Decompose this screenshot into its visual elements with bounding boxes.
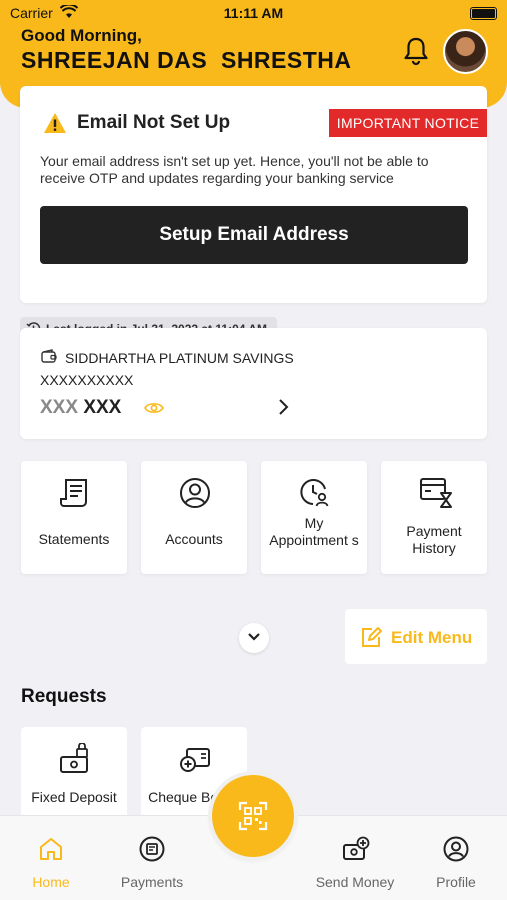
expand-menu-button[interactable]	[239, 623, 269, 653]
edit-icon	[362, 627, 382, 647]
tile-label: Payment History	[406, 523, 462, 556]
cheque-book-icon	[180, 748, 210, 772]
fixed-deposit-icon	[60, 743, 88, 773]
balance-currency: XXX	[40, 397, 79, 418]
chevron-right-icon[interactable]	[278, 398, 290, 416]
balance-amount: XXX	[83, 397, 122, 418]
tab-label: Home	[32, 874, 70, 890]
payment-history-icon	[420, 478, 452, 508]
greeting-text: Good Morning,	[21, 26, 142, 45]
setup-email-button[interactable]: Setup Email Address	[40, 206, 468, 264]
battery-icon	[470, 7, 497, 20]
notice-message: Your email address isn't set up yet. Hen…	[40, 153, 429, 186]
tile-label: Accounts	[165, 531, 223, 547]
user-name: SHREEJAN DAS SHRESTHA	[21, 47, 352, 73]
home-icon	[40, 838, 62, 860]
user-circle-icon	[180, 478, 210, 508]
tile-label: My Appointment s	[269, 515, 359, 548]
account-card[interactable]: SIDDHARTHA PLATINUM SAVINGS XXXXXXXXXX X…	[20, 328, 487, 439]
edit-menu-label: Edit Menu	[391, 628, 473, 647]
statements-tile[interactable]: Statements	[21, 461, 127, 574]
qr-scan-icon	[238, 801, 268, 831]
account-balance: XXX XXX	[40, 397, 121, 419]
tile-label: Fixed Deposit	[31, 789, 117, 805]
payments-icon	[139, 836, 165, 862]
avatar[interactable]	[443, 29, 488, 74]
profile-icon	[443, 836, 469, 862]
status-bar: Carrier 11:11 AM	[0, 5, 507, 23]
tab-label: Profile	[436, 874, 476, 890]
statement-icon	[60, 479, 87, 507]
tab-label: Send Money	[315, 874, 395, 890]
chevron-down-icon	[248, 633, 260, 641]
accounts-tile[interactable]: Accounts	[141, 461, 247, 574]
tab-label: Payments	[120, 874, 184, 890]
appointments-tile[interactable]: My Appointment s	[261, 461, 367, 574]
important-notice-badge: IMPORTANT NOTICE	[329, 109, 487, 137]
notification-bell-icon[interactable]	[402, 36, 430, 66]
qr-scan-button[interactable]	[212, 775, 294, 857]
account-number: XXXXXXXXXX	[40, 372, 134, 388]
clock-user-icon	[300, 479, 329, 507]
payment-history-tile[interactable]: Payment History	[381, 461, 487, 574]
send-money-icon	[343, 836, 370, 860]
edit-menu-button[interactable]: Edit Menu	[345, 609, 487, 664]
wallet-icon	[41, 349, 57, 363]
requests-heading: Requests	[21, 686, 107, 707]
clock-time: 11:11 AM	[223, 5, 284, 21]
email-notice-card: Email Not Set Up IMPORTANT NOTICE Your e…	[20, 86, 487, 303]
tab-send-money[interactable]: Send Money	[310, 816, 400, 900]
tab-profile[interactable]: Profile	[411, 816, 501, 900]
account-name: SIDDHARTHA PLATINUM SAVINGS	[65, 350, 294, 366]
tile-label: Statements	[38, 531, 110, 547]
notice-title: Email Not Set Up	[77, 112, 231, 133]
tab-payments[interactable]: Payments	[107, 816, 197, 900]
eye-icon[interactable]	[144, 401, 164, 415]
warning-icon	[44, 113, 66, 133]
tab-home[interactable]: Home	[6, 816, 96, 900]
